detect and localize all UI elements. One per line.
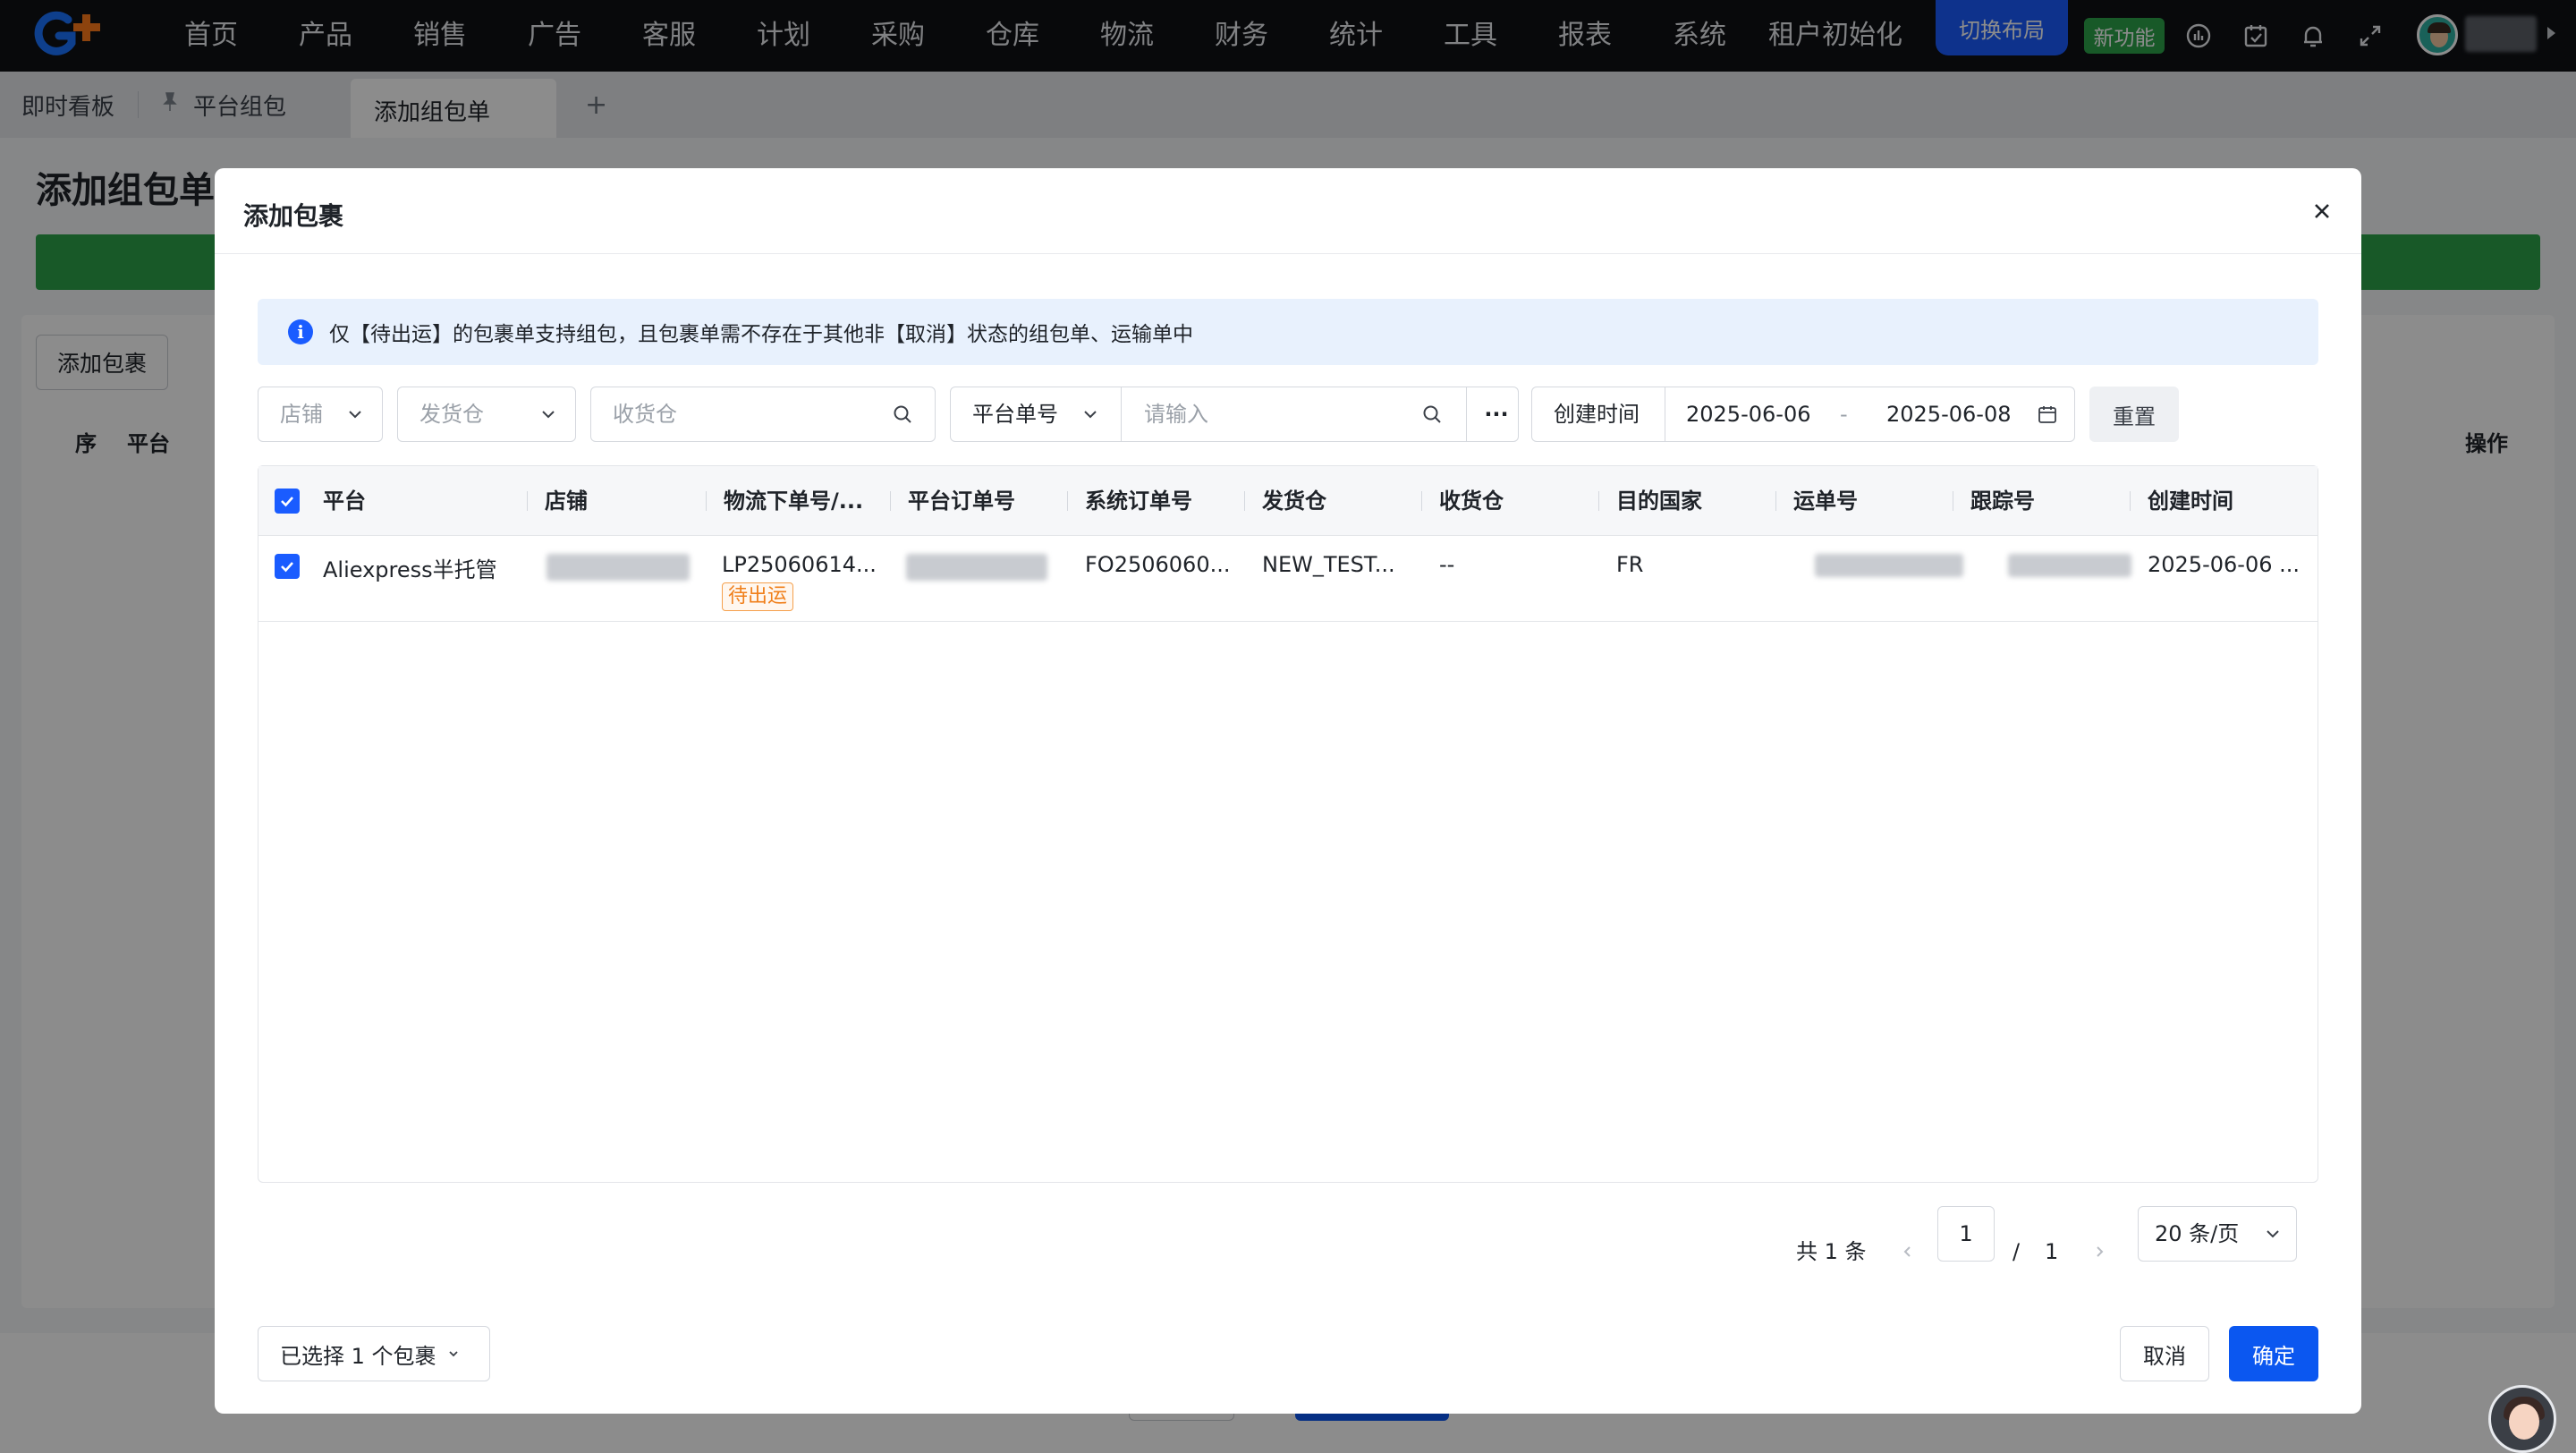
- recv-warehouse-placeholder: 收货仓: [613, 402, 677, 427]
- search-icon[interactable]: [1419, 402, 1445, 427]
- col-platform-order: 平台订单号: [908, 489, 1015, 514]
- table-row[interactable]: Aliexpress半托管 LP25060614... 待出运 FO250606…: [258, 536, 2318, 622]
- table-header: 平台 店铺 物流下单号/... 平台订单号 系统订单号 发货仓 收货仓 目的国家…: [258, 466, 2318, 536]
- notice-text: 仅【待出运】的包裹单支持组包，且包裹单需不存在于其他非【取消】状态的组包单、运输…: [329, 323, 1193, 346]
- cell-waybill-redacted: [1815, 554, 1963, 577]
- col-tracking: 跟踪号: [1970, 489, 2035, 514]
- chevron-down-icon[interactable]: [1078, 402, 1103, 427]
- order-number-search: 平台单号 请输入 ···: [950, 387, 1519, 442]
- confirm-button[interactable]: 确定: [2229, 1326, 2318, 1381]
- dialog-header: 添加包裹: [215, 168, 2361, 254]
- ship-warehouse-select[interactable]: 发货仓: [397, 387, 576, 442]
- selected-packages-dropdown[interactable]: 已选择 1 个包裹: [258, 1326, 490, 1381]
- dialog-title: 添加包裹: [243, 201, 344, 231]
- col-recv-warehouse: 收货仓: [1439, 489, 1504, 514]
- selected-count-label: 已选择 1 个包裹: [280, 1343, 436, 1369]
- order-type-select[interactable]: 平台单号: [972, 387, 1058, 441]
- package-table: 平台 店铺 物流下单号/... 平台订单号 系统订单号 发货仓 收货仓 目的国家…: [258, 465, 2318, 1183]
- ship-warehouse-placeholder: 发货仓: [419, 402, 484, 427]
- recv-warehouse-search[interactable]: 收货仓: [590, 387, 936, 442]
- cancel-button[interactable]: 取消: [2120, 1326, 2209, 1381]
- assistant-avatar-icon[interactable]: [2488, 1385, 2556, 1453]
- col-created-time: 创建时间: [2148, 489, 2233, 514]
- col-waybill: 运单号: [1793, 489, 1858, 514]
- chevron-down-icon: [447, 1347, 460, 1360]
- notice-banner: i 仅【待出运】的包裹单支持组包，且包裹单需不存在于其他非【取消】状态的组包单、…: [258, 299, 2318, 365]
- col-logistics-no: 物流下单号/...: [724, 489, 864, 514]
- order-number-input[interactable]: 请输入: [1144, 387, 1208, 441]
- date-end-input[interactable]: 2025-06-08: [1886, 387, 2011, 441]
- more-options-button[interactable]: ···: [1479, 387, 1514, 441]
- chevron-down-icon: [343, 402, 368, 427]
- cell-shop-redacted: [547, 554, 690, 581]
- cell-recv-warehouse: --: [1439, 552, 1455, 577]
- next-page-icon[interactable]: [2086, 1238, 2113, 1265]
- pagination-total: 共 1 条: [1796, 1239, 1867, 1264]
- cell-logistics-no[interactable]: LP25060614...: [722, 552, 877, 577]
- close-icon[interactable]: [2306, 195, 2338, 227]
- reset-button[interactable]: 重置: [2089, 387, 2179, 442]
- col-destination-country: 目的国家: [1616, 489, 1702, 514]
- cell-platform: Aliexpress半托管: [323, 557, 497, 582]
- cell-ship-warehouse: NEW_TEST...: [1262, 552, 1395, 577]
- shop-placeholder: 店铺: [280, 402, 323, 427]
- status-badge: 待出运: [722, 582, 794, 611]
- created-date-range: 创建时间 2025-06-06 - 2025-06-08: [1531, 387, 2075, 442]
- col-shop: 店铺: [545, 489, 588, 514]
- date-label: 创建时间: [1554, 402, 1640, 427]
- chevron-down-icon: [2260, 1221, 2285, 1246]
- cell-country: FR: [1616, 552, 1644, 577]
- chevron-down-icon: [536, 402, 561, 427]
- prev-page-icon[interactable]: [1894, 1238, 1921, 1265]
- shop-select[interactable]: 店铺: [258, 387, 383, 442]
- info-icon: i: [288, 319, 313, 344]
- cell-created-time: 2025-06-06 ...: [2148, 552, 2300, 577]
- add-package-dialog: 添加包裹 i 仅【待出运】的包裹单支持组包，且包裹单需不存在于其他非【取消】状态…: [215, 168, 2361, 1414]
- col-ship-warehouse: 发货仓: [1262, 489, 1326, 514]
- col-platform: 平台: [323, 489, 366, 514]
- date-separator: -: [1840, 402, 1848, 427]
- page-number-input[interactable]: 1: [1937, 1206, 1995, 1262]
- page-size-select[interactable]: 20 条/页: [2138, 1206, 2297, 1262]
- page-size-value: 20 条/页: [2155, 1221, 2240, 1246]
- cell-system-order: FO2506060...: [1085, 552, 1231, 577]
- select-all-checkbox[interactable]: [275, 489, 300, 514]
- pagination-slash: /: [2012, 1239, 2021, 1264]
- col-system-order: 系统订单号: [1085, 489, 1192, 514]
- pagination-pages: 1: [2045, 1239, 2059, 1264]
- date-start-input[interactable]: 2025-06-06: [1686, 387, 1810, 441]
- row-checkbox[interactable]: [275, 554, 300, 579]
- search-icon[interactable]: [890, 402, 915, 427]
- cell-platform-order-redacted: [906, 554, 1047, 581]
- cell-tracking-redacted: [2008, 554, 2131, 577]
- calendar-icon[interactable]: [2035, 402, 2060, 427]
